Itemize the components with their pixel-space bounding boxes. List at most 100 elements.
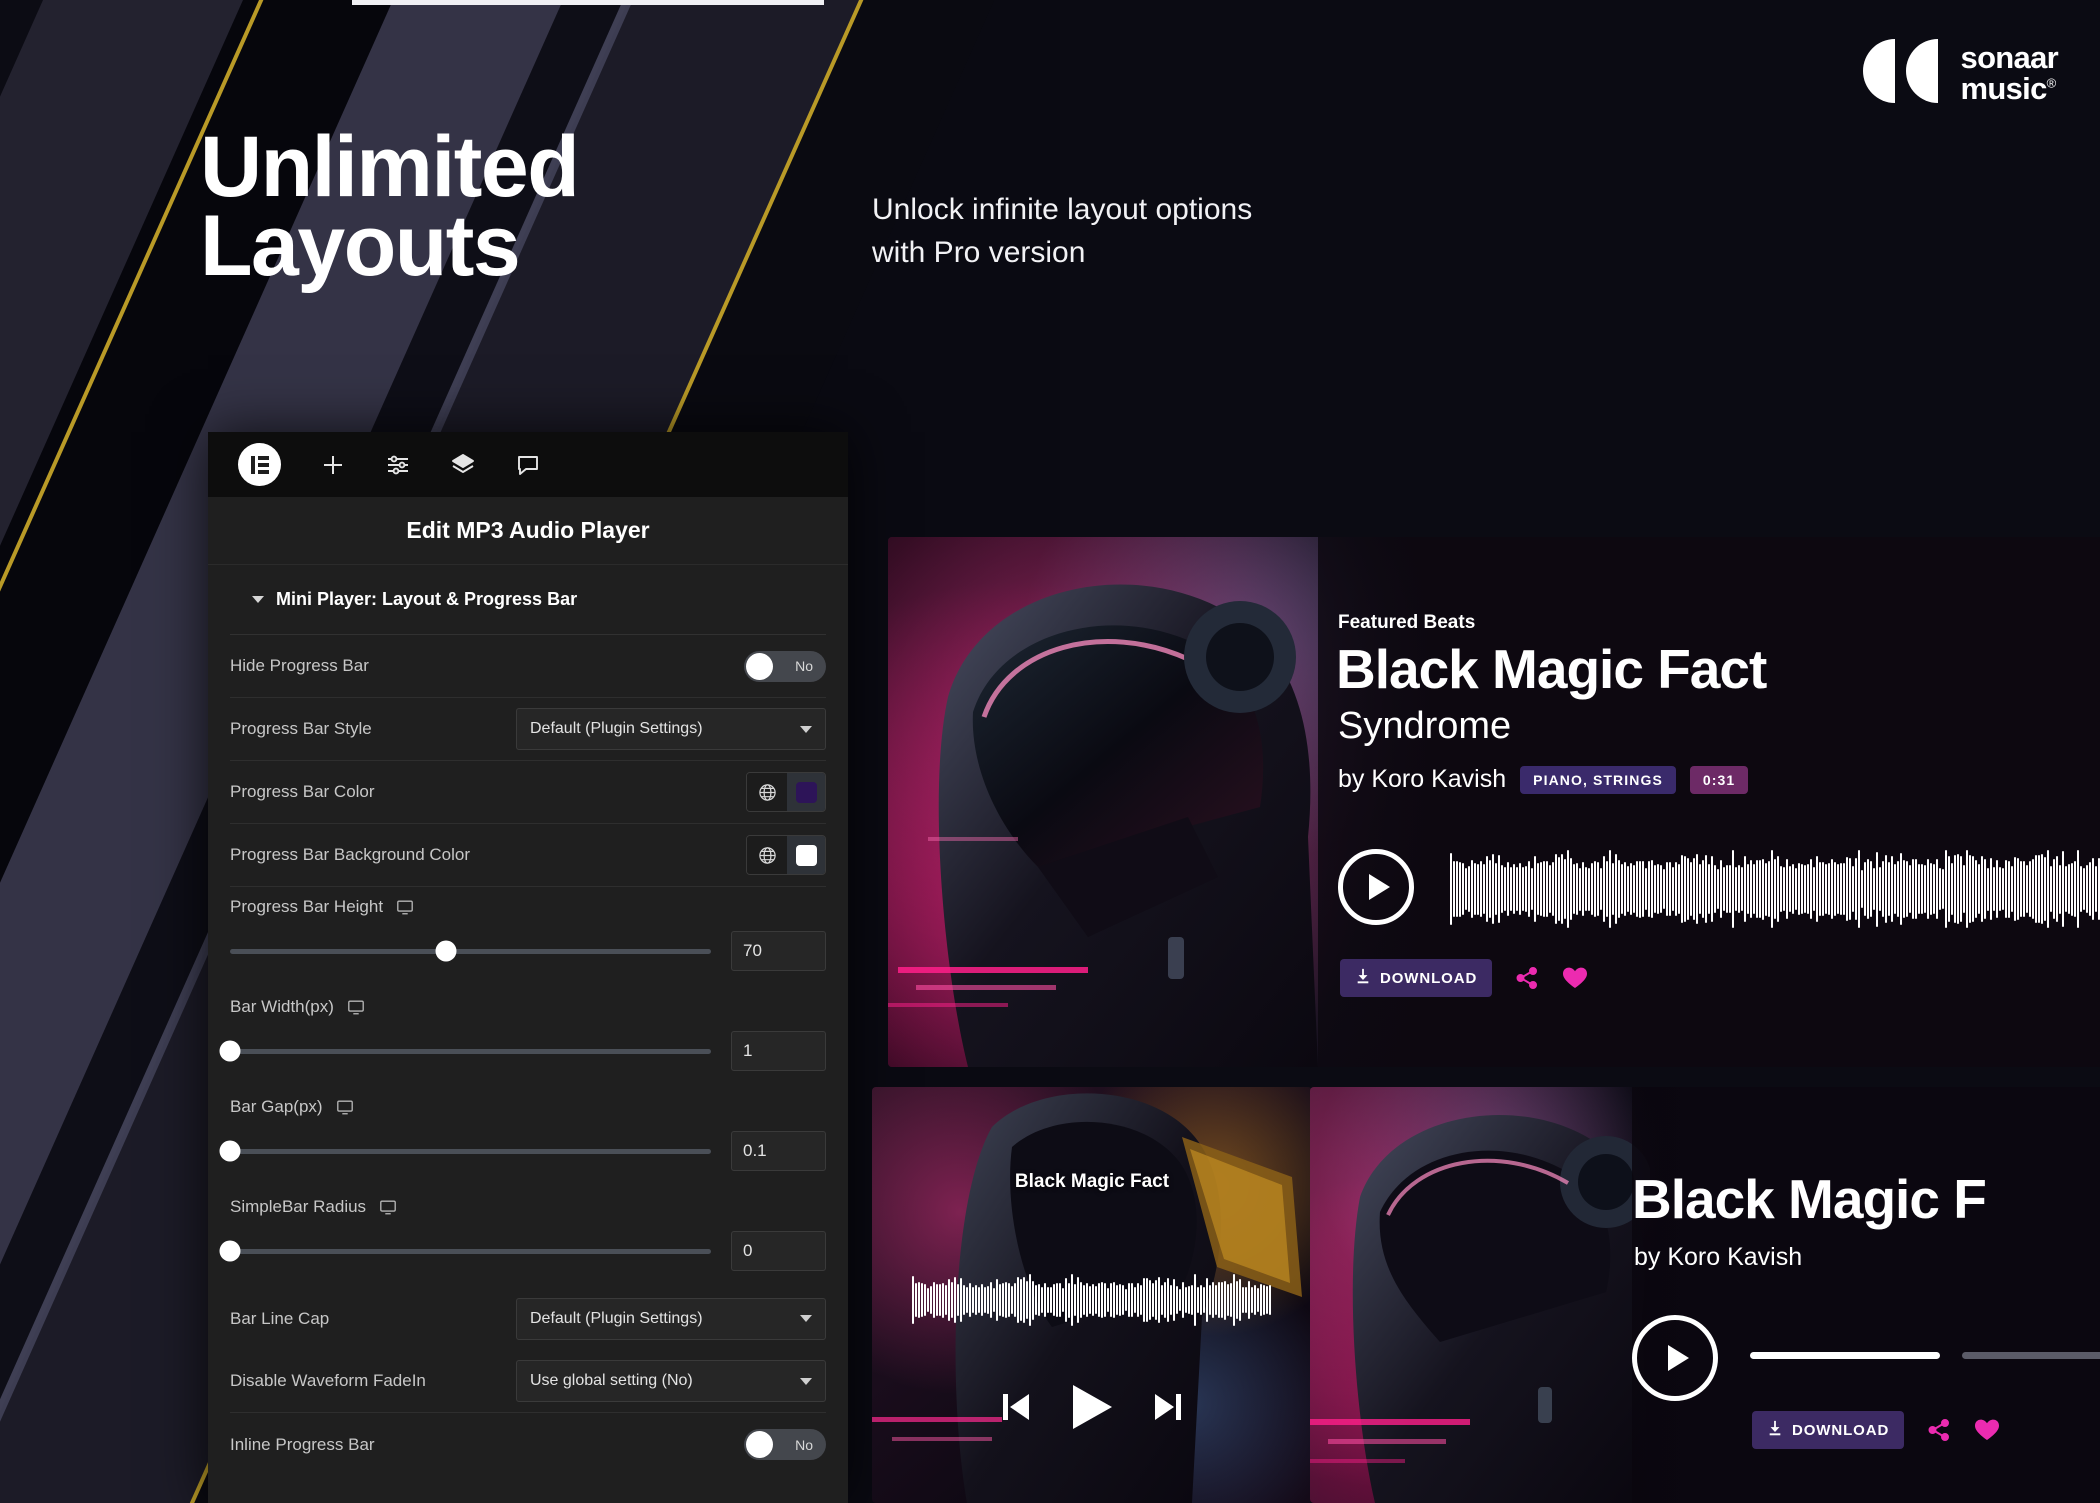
progress-bar-color-swatch (795, 781, 817, 803)
control-simplebar-radius: SimpleBar Radius 0 (219, 1187, 826, 1287)
player-card-mini: Black Magic Fact (872, 1087, 1312, 1503)
bar-width-slider[interactable] (219, 1040, 711, 1062)
hide-progress-bar-toggle[interactable]: No (744, 650, 826, 682)
simplebar-radius-slider[interactable] (219, 1240, 711, 1262)
play-icon[interactable] (1070, 1383, 1114, 1436)
player-eyebrow: Featured Beats (1338, 612, 1476, 633)
elementor-logo-icon[interactable] (238, 443, 281, 486)
elementor-editor-panel: Edit MP3 Audio Player Mini Player: Layou… (208, 432, 848, 1503)
play-button[interactable] (1338, 849, 1414, 925)
control-progress-bar-style: Progress Bar Style Default (Plugin Setti… (230, 698, 826, 761)
progress-bar-height-slider[interactable] (230, 940, 711, 962)
inline-progress-bar-toggle[interactable]: No (744, 1429, 826, 1460)
control-disable-waveform-fadein: Disable Waveform FadeIn Use global setti… (230, 1350, 826, 1413)
duration-badge: 0:31 (1689, 765, 1749, 794)
track-title: Black Magic Fact (1336, 638, 1767, 700)
simplebar-radius-value[interactable]: 0 (731, 1231, 826, 1271)
section-header-mini-player[interactable]: Mini Player: Layout & Progress Bar (230, 565, 826, 635)
registered-mark: ® (2046, 75, 2057, 91)
download-icon (1767, 1420, 1783, 1440)
toggle-value: No (795, 1436, 813, 1453)
chevron-down-icon (800, 725, 812, 733)
control-label: Disable Waveform FadeIn (230, 1371, 426, 1390)
slider-thumb[interactable] (219, 1040, 241, 1062)
progress-bar-style-select[interactable]: Default (Plugin Settings) (516, 708, 826, 750)
control-label: Progress Bar Style (230, 719, 372, 738)
control-bar-line-cap: Bar Line Cap Default (Plugin Settings) (230, 1287, 826, 1350)
bar-gap-value[interactable]: 0.1 (731, 1131, 826, 1171)
slider-thumb[interactable] (219, 1140, 241, 1162)
download-button[interactable]: DOWNLOAD (1752, 1411, 1905, 1449)
download-button[interactable]: DOWNLOAD (1340, 959, 1493, 997)
heart-icon[interactable] (1974, 1418, 2000, 1442)
control-label: Bar Width(px) (230, 997, 334, 1016)
progress-bar-remaining (1962, 1352, 2100, 1359)
progress-bar-height-value[interactable]: 70 (731, 931, 826, 971)
share-icon[interactable] (1514, 965, 1540, 991)
control-label: Progress Bar Background Color (230, 845, 471, 864)
control-label: Hide Progress Bar (230, 656, 369, 675)
track-title: Black Magic Fact (1014, 1171, 1170, 1192)
sonaar-logo: sonaar music® (1862, 38, 2059, 109)
bar-width-value[interactable]: 1 (731, 1031, 826, 1071)
desktop-icon[interactable] (347, 998, 365, 1016)
progress-bar-bg-color-swatch (795, 844, 817, 866)
track-subtitle: Syndrome (1338, 705, 1512, 747)
download-button-label: DOWNLOAD (1792, 1421, 1890, 1439)
panel-toolbar (208, 432, 848, 497)
chevron-down-icon (800, 1315, 812, 1322)
progress-bar-color-control[interactable] (746, 772, 826, 812)
promo-screenshot: Unlimited Layouts Unlock infinite layout… (0, 0, 2100, 1503)
player-card-main: Featured Beats Black Magic Fact Syndrome… (888, 537, 2100, 1067)
notes-comment-icon[interactable] (515, 452, 541, 478)
sonaar-logo-text: sonaar music® (1961, 42, 2059, 104)
select-value: Default (Plugin Settings) (530, 720, 703, 737)
progress-bar-bg-color-control[interactable] (746, 835, 826, 875)
download-button-label: DOWNLOAD (1380, 969, 1478, 987)
control-list: Hide Progress Bar No Progress Bar Style … (208, 635, 848, 1476)
panel-title: Edit MP3 Audio Player (208, 497, 848, 565)
waveform[interactable] (912, 1272, 1272, 1328)
waveform[interactable] (1450, 849, 2100, 929)
player-main-info: Featured Beats Black Magic Fact Syndrome… (1318, 537, 2100, 1067)
desktop-icon[interactable] (396, 898, 414, 916)
genre-tag: PIANO, STRINGS (1520, 765, 1676, 794)
desktop-icon[interactable] (379, 1198, 397, 1216)
bar-gap-slider[interactable] (219, 1140, 711, 1162)
settings-sliders-icon[interactable] (385, 452, 411, 478)
slider-thumb[interactable] (219, 1240, 241, 1262)
player-actions: DOWNLOAD (1340, 959, 1588, 997)
heart-icon[interactable] (1562, 966, 1588, 990)
color-swatch-wrap[interactable] (787, 836, 825, 874)
play-button[interactable] (1632, 1315, 1718, 1401)
page-title: Unlimited Layouts (200, 119, 580, 295)
share-icon[interactable] (1926, 1417, 1952, 1443)
sonaar-double-arc-logo-icon (1862, 38, 1946, 109)
control-label: SimpleBar Radius (230, 1197, 367, 1216)
player-third-info: Black Magic F by Koro Kavish DOWNLOAD (1632, 1087, 2100, 1503)
top-accent-strip (352, 0, 824, 5)
control-label: Progress Bar Color (230, 782, 375, 801)
control-hide-progress-bar: Hide Progress Bar No (230, 635, 826, 698)
progress-bar[interactable] (1750, 1352, 1940, 1359)
color-swatch-wrap[interactable] (787, 773, 825, 811)
skip-next-icon[interactable] (1154, 1392, 1182, 1427)
bar-line-cap-select[interactable]: Default (Plugin Settings) (516, 1297, 826, 1340)
desktop-icon[interactable] (336, 1098, 354, 1116)
track-meta: by Koro Kavish PIANO, STRINGS 0:31 (1338, 765, 1749, 794)
track-title: Black Magic F (1632, 1168, 1987, 1230)
control-progress-bar-background-color: Progress Bar Background Color (230, 824, 826, 887)
player-card-third: Black Magic F by Koro Kavish DOWNLOAD (1310, 1087, 2100, 1503)
globe-icon[interactable] (747, 836, 787, 874)
control-inline-progress-bar: Inline Progress Bar No (230, 1413, 826, 1476)
slider-thumb[interactable] (435, 940, 457, 962)
player-transport-controls (872, 1383, 1312, 1436)
skip-previous-icon[interactable] (1002, 1392, 1030, 1427)
globe-icon[interactable] (747, 773, 787, 811)
disable-waveform-fadein-select[interactable]: Use global setting (No) (516, 1360, 826, 1402)
navigator-layers-icon[interactable] (450, 452, 476, 478)
track-artist: by Koro Kavish (1338, 765, 1507, 793)
add-element-icon[interactable] (320, 452, 346, 478)
chevron-down-icon (800, 1377, 812, 1385)
play-icon (1368, 874, 1390, 900)
